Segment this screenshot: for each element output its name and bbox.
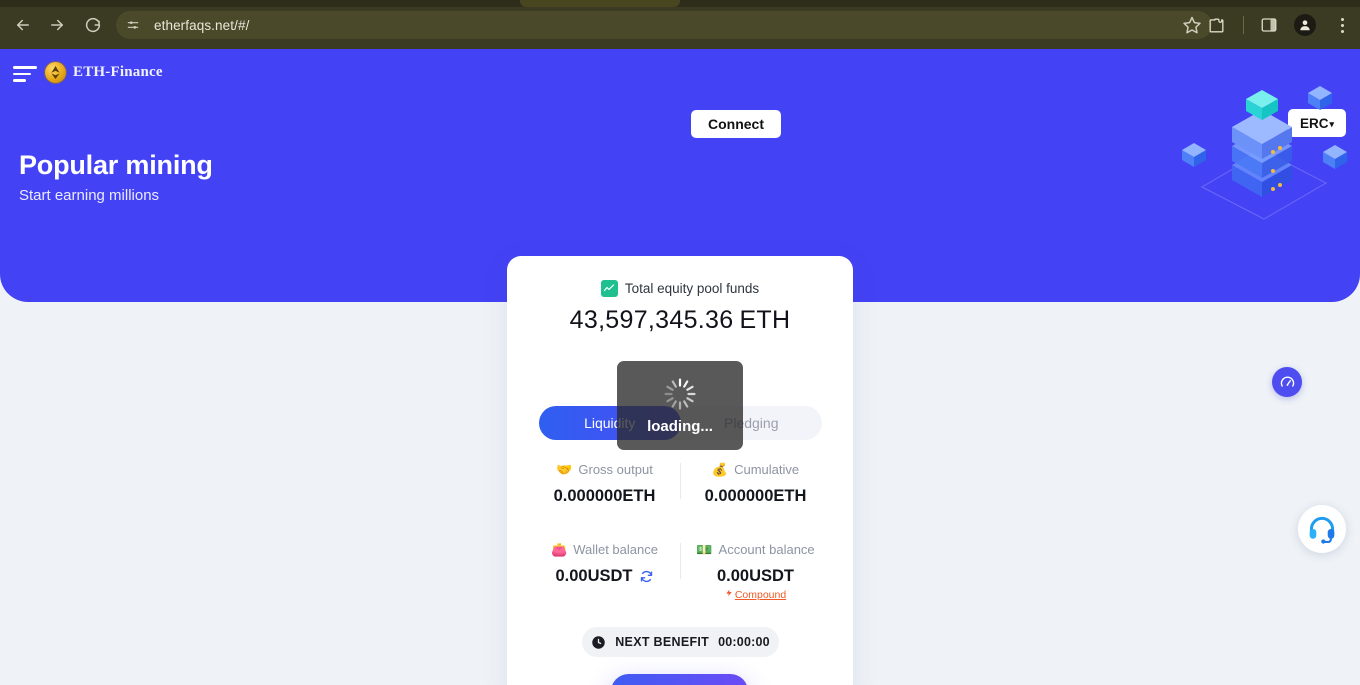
pool-funds-value: 43,597,345.36 (569, 306, 734, 334)
stat-value-text: 0.00USDT (555, 567, 633, 585)
active-tab[interactable] (520, 0, 680, 7)
account-icon: 💵 (696, 542, 713, 557)
address-bar[interactable]: etherfaqs.net/#/ (116, 11, 1212, 39)
stat-row-output: 🤝 Gross output 0.000000ETH 💰 Cumulative … (529, 461, 831, 506)
browser-chrome: etherfaqs.net/#/ (0, 0, 1360, 49)
stat-value: 0.00USDT (529, 567, 680, 586)
stat-label-text: Wallet balance (573, 542, 658, 557)
isometric-server-blocks-illustration (1182, 86, 1347, 220)
pool-funds-amount: 43,597,345.36 ETH (507, 306, 853, 335)
brand-name: ETH-Finance (73, 64, 163, 80)
stat-value-text: 0.000000ETH (553, 487, 656, 505)
extensions-puzzle-icon[interactable] (1204, 13, 1228, 37)
wallet-icon: 👛 (551, 542, 568, 557)
page-title: Popular mining (19, 150, 213, 180)
stat-value: 0.00USDT (680, 567, 831, 586)
stat-value: 0.000000ETH (680, 487, 831, 506)
bookmark-star-icon[interactable] (1182, 15, 1202, 35)
compound-link-text: Compound (734, 588, 787, 601)
pool-funds-label: Total equity pool funds (507, 280, 853, 297)
stat-row-balance: 👛 Wallet balance 0.00USDT 💵 Account bala… (529, 541, 831, 601)
three-dot-menu-icon[interactable] (1332, 13, 1352, 37)
compound-link[interactable]: Compound (680, 588, 831, 601)
stat-gross-output: 🤝 Gross output 0.000000ETH (529, 461, 680, 506)
money-hand-icon: 🤝 (556, 462, 573, 477)
stat-cumulative: 💰 Cumulative 0.000000ETH (680, 461, 831, 506)
stat-value-text: 0.000000ETH (704, 487, 807, 505)
stat-account-balance: 💵 Account balance 0.00USDT Compound (680, 541, 831, 601)
side-panel-icon[interactable] (1257, 13, 1281, 37)
next-benefit-timer: 00:00:00 (718, 635, 770, 649)
tab-strip (0, 0, 1360, 7)
lightning-icon (725, 588, 733, 601)
gauge-speed-icon[interactable] (1272, 367, 1302, 397)
brand-logo[interactable]: ETH-Finance (45, 62, 163, 83)
spinner-icon (664, 377, 696, 410)
forward-icon[interactable] (42, 10, 72, 40)
hero-subtitle: Start earning millions (19, 187, 160, 204)
stat-value: 0.000000ETH (529, 487, 680, 506)
coin-stack-icon: 💰 (711, 462, 729, 477)
stat-label-wrap: 💵 Account balance (680, 541, 831, 558)
connect-button[interactable]: Connect (691, 110, 781, 138)
refresh-icon[interactable] (639, 569, 654, 584)
pool-funds-label-text: Total equity pool funds (624, 281, 760, 296)
equity-pool-card: Total equity pool funds 43,597,345.36 ETH… (507, 256, 853, 685)
loading-text: loading... (647, 417, 713, 435)
loading-overlay: loading... (617, 361, 743, 450)
headset-support-icon[interactable] (1298, 505, 1346, 553)
reload-icon[interactable] (78, 10, 108, 40)
pool-funds-unit: ETH (739, 306, 791, 334)
equity-income-button[interactable]: Equity income (611, 674, 748, 685)
stat-label-wrap: 👛 Wallet balance (529, 541, 680, 558)
back-icon[interactable] (8, 10, 38, 40)
next-benefit-label: NEXT BENEFIT (615, 635, 710, 649)
clock-icon (591, 635, 606, 650)
stat-wallet-balance: 👛 Wallet balance 0.00USDT (529, 541, 680, 601)
profile-avatar-icon[interactable] (1294, 14, 1316, 36)
eth-coin-icon (45, 62, 66, 83)
hamburger-menu-icon[interactable] (13, 64, 37, 84)
address-bar-url[interactable]: etherfaqs.net/#/ (154, 18, 249, 33)
green-chart-icon (600, 280, 618, 297)
stat-label-wrap: 🤝 Gross output (529, 461, 680, 478)
stat-label-text: Gross output (578, 462, 653, 477)
stat-value-text: 0.00USDT (716, 567, 795, 585)
app-bar: ETH-Finance (0, 49, 1360, 101)
site-settings-icon[interactable] (122, 14, 144, 36)
toolbar-divider (1243, 16, 1244, 34)
stat-label-text: Cumulative (734, 462, 800, 477)
stat-label-wrap: 💰 Cumulative (680, 461, 831, 478)
stat-label-text: Account balance (718, 542, 815, 557)
next-benefit-pill: NEXT BENEFIT 00:00:00 (582, 627, 779, 657)
page-viewport: ETH-Finance Connect ERC ▾ Popular mining… (0, 49, 1360, 685)
